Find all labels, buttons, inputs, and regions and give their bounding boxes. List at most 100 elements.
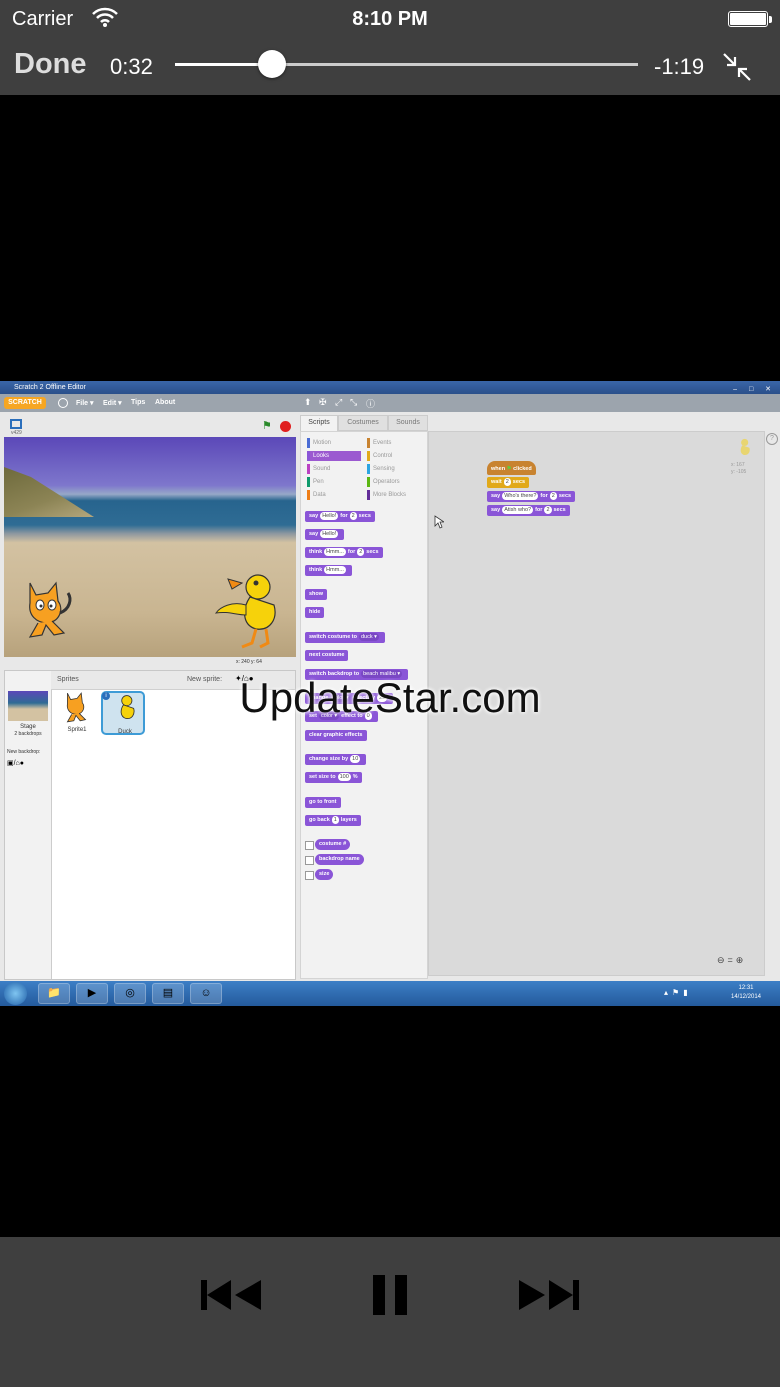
block-input[interactable]: 2 bbox=[357, 547, 365, 556]
elapsed-time: 0:32 bbox=[110, 54, 153, 79]
block-switch-costume[interactable]: switch costume to duck ▾ bbox=[305, 632, 385, 643]
system-tray-icons[interactable]: ▴⚑▮ bbox=[664, 988, 692, 997]
block-think-for[interactable]: think Hmm... for 2 secs bbox=[305, 547, 383, 558]
block-say-atish-who[interactable]: say Atish who? for 2 secs bbox=[487, 505, 570, 516]
explorer-taskbar-icon[interactable]: 📁 bbox=[38, 983, 70, 1004]
block-text: say bbox=[491, 493, 501, 499]
help-tool-icon[interactable]: ⓘ bbox=[366, 397, 375, 410]
green-flag-icon[interactable]: ⚑ bbox=[262, 419, 272, 432]
checkbox-size[interactable] bbox=[305, 871, 314, 880]
block-set-size[interactable]: set size to 100% bbox=[305, 772, 362, 783]
block-text: for bbox=[347, 549, 356, 555]
category-looks[interactable]: Looks bbox=[307, 451, 361, 461]
files-taskbar-icon[interactable]: ▤ bbox=[152, 983, 184, 1004]
menu-about[interactable]: About bbox=[155, 399, 175, 406]
block-input[interactable]: 100 bbox=[337, 772, 351, 781]
block-wait[interactable]: wait 2 secs bbox=[487, 477, 530, 488]
taskbar-date: 14/12/2014 bbox=[730, 994, 762, 1000]
category-data[interactable]: Data bbox=[307, 490, 361, 500]
taskbar-clock[interactable]: 12:31 14/12/2014 bbox=[724, 984, 768, 1002]
block-go-back[interactable]: go back 1 layers bbox=[305, 815, 361, 826]
block-text: change size by bbox=[309, 756, 349, 762]
done-button[interactable]: Done bbox=[14, 48, 87, 81]
category-events[interactable]: Events bbox=[367, 438, 425, 448]
block-change-size[interactable]: change size by 10 bbox=[305, 754, 367, 765]
category-motion[interactable]: Motion bbox=[307, 438, 361, 448]
category-sensing[interactable]: Sensing bbox=[367, 464, 425, 474]
exit-fullscreen-icon[interactable] bbox=[720, 50, 754, 84]
next-track-button[interactable] bbox=[509, 1265, 589, 1325]
block-show[interactable]: show bbox=[305, 589, 328, 600]
duplicate-tool-icon[interactable]: ⬆ bbox=[304, 397, 312, 408]
block-input[interactable]: Hello! bbox=[320, 511, 339, 520]
start-button[interactable] bbox=[4, 982, 27, 1005]
pause-icon bbox=[373, 1275, 407, 1315]
previous-icon bbox=[201, 1280, 261, 1310]
new-backdrop-icons[interactable]: ▣/⌂● bbox=[7, 759, 24, 767]
block-input[interactable]: Hello! bbox=[320, 529, 339, 538]
category-pen[interactable]: Pen bbox=[307, 477, 361, 487]
block-backdrop-name[interactable]: backdrop name bbox=[315, 854, 364, 865]
block-input[interactable]: Who's there? bbox=[502, 491, 539, 500]
duck-sprite-icon[interactable] bbox=[212, 569, 286, 649]
checkbox-costume-num[interactable] bbox=[305, 841, 314, 850]
category-more-blocks[interactable]: More Blocks bbox=[367, 490, 425, 500]
block-say[interactable]: say Hello! bbox=[305, 529, 345, 540]
cat-sprite-icon[interactable] bbox=[20, 579, 76, 643]
scratch-taskbar-icon[interactable]: ☺ bbox=[190, 983, 222, 1004]
block-input[interactable]: 2 bbox=[349, 511, 357, 520]
backdrops-count: 2 backdrops bbox=[14, 731, 42, 737]
delete-tool-icon[interactable]: ✠ bbox=[319, 397, 327, 408]
menu-edit[interactable]: Edit ▾ bbox=[103, 399, 122, 407]
menu-file[interactable]: File ▾ bbox=[76, 399, 94, 407]
category-control[interactable]: Control bbox=[367, 451, 425, 461]
block-input[interactable]: 1 bbox=[331, 815, 339, 824]
block-hide[interactable]: hide bbox=[305, 607, 325, 618]
category-label: Data bbox=[313, 492, 326, 498]
menu-tips[interactable]: Tips bbox=[131, 399, 145, 406]
block-say-whos-there[interactable]: say Who's there? for 2 secs bbox=[487, 491, 576, 502]
block-say-for[interactable]: say Hello! for 2 secs bbox=[305, 511, 375, 522]
previous-track-button[interactable] bbox=[191, 1265, 271, 1325]
checkbox-backdrop-name[interactable] bbox=[305, 856, 314, 865]
shrink-tool-icon[interactable]: ⤡ bbox=[350, 397, 357, 408]
tab-costumes[interactable]: Costumes bbox=[338, 415, 388, 431]
block-input[interactable]: 10 bbox=[350, 754, 361, 763]
block-input[interactable]: Hmm... bbox=[324, 547, 346, 556]
fullscreen-stage-icon[interactable] bbox=[10, 419, 22, 429]
scrubber-thumb[interactable] bbox=[258, 50, 287, 78]
block-input[interactable]: Hmm... bbox=[324, 565, 346, 574]
category-label: Looks bbox=[313, 453, 330, 459]
media-taskbar-icon[interactable]: ▶ bbox=[76, 983, 108, 1004]
block-text: set size to bbox=[309, 774, 336, 780]
block-clear-effects[interactable]: clear graphic effects bbox=[305, 730, 367, 741]
block-size[interactable]: size bbox=[315, 869, 334, 880]
block-input[interactable]: 2 bbox=[549, 491, 557, 500]
next-icon bbox=[519, 1280, 579, 1310]
block-go-front[interactable]: go to front bbox=[305, 797, 341, 808]
tab-sounds[interactable]: Sounds bbox=[388, 415, 428, 431]
tab-scripts[interactable]: Scripts bbox=[300, 415, 338, 431]
pause-button[interactable] bbox=[350, 1265, 430, 1325]
category-operators[interactable]: Operators bbox=[367, 477, 425, 487]
grow-tool-icon[interactable]: ⤢ bbox=[335, 397, 342, 408]
chrome-taskbar-icon[interactable]: ◎ bbox=[114, 983, 146, 1004]
block-next-costume[interactable]: next costume bbox=[305, 650, 349, 661]
zoom-controls-icon[interactable]: ⊖=⊕ bbox=[717, 955, 746, 966]
stage-canvas[interactable] bbox=[4, 437, 296, 657]
globe-icon[interactable] bbox=[58, 398, 68, 408]
block-text: secs bbox=[358, 513, 371, 519]
category-label: Events bbox=[373, 440, 392, 446]
scrubber-track[interactable] bbox=[175, 63, 638, 66]
block-dropdown[interactable]: duck ▾ bbox=[358, 632, 379, 641]
block-input[interactable]: 2 bbox=[503, 477, 511, 486]
block-input[interactable]: 2 bbox=[544, 505, 552, 514]
block-when-flag-clicked[interactable]: when ⚑ clicked bbox=[487, 461, 536, 475]
block-costume-num[interactable]: costume # bbox=[315, 839, 351, 850]
stop-icon[interactable] bbox=[280, 421, 291, 432]
help-icon[interactable]: ? bbox=[766, 433, 778, 445]
block-input[interactable]: Atish who? bbox=[502, 505, 534, 514]
category-sound[interactable]: Sound bbox=[307, 464, 361, 474]
block-think[interactable]: think Hmm... bbox=[305, 565, 352, 576]
block-text: clicked bbox=[513, 466, 532, 472]
